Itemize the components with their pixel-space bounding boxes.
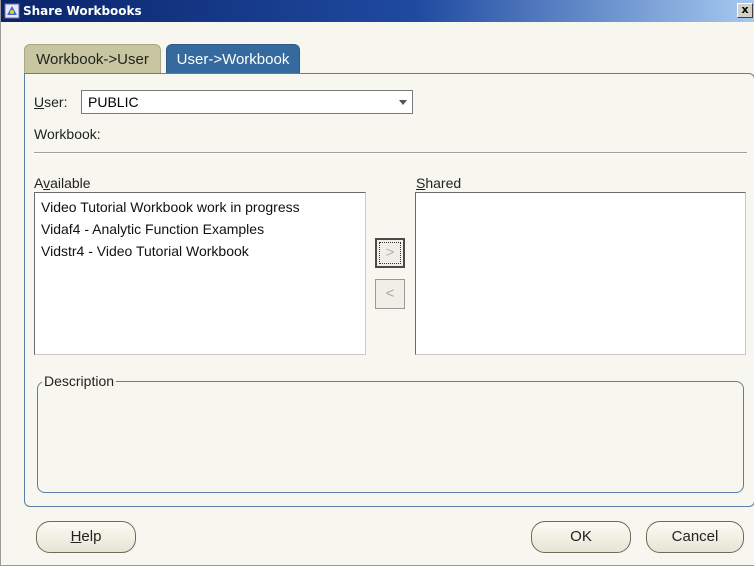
list-item[interactable]: Vidstr4 - Video Tutorial Workbook bbox=[35, 240, 365, 262]
section-divider bbox=[34, 152, 747, 154]
share-workbook-icon bbox=[4, 3, 20, 19]
description-group: Description bbox=[37, 373, 744, 493]
chevron-right-icon: > bbox=[379, 242, 401, 264]
available-label: Available bbox=[34, 175, 91, 191]
shared-list[interactable] bbox=[415, 192, 746, 355]
cancel-button[interactable]: Cancel bbox=[646, 521, 744, 553]
share-workbooks-dialog: Share Workbooks x Workbook->User User->W… bbox=[0, 0, 754, 566]
user-select-value: PUBLIC bbox=[88, 94, 139, 110]
title-bar[interactable]: Share Workbooks x bbox=[1, 0, 754, 22]
tab-workbook-to-user[interactable]: Workbook->User bbox=[24, 44, 161, 74]
chevron-left-icon: < bbox=[385, 285, 395, 302]
list-item[interactable]: Video Tutorial Workbook work in progress bbox=[35, 196, 365, 218]
move-right-button[interactable]: > bbox=[375, 238, 405, 268]
available-list[interactable]: Video Tutorial Workbook work in progress… bbox=[34, 192, 366, 355]
description-label: Description bbox=[44, 373, 115, 389]
user-select[interactable]: PUBLIC bbox=[81, 90, 413, 114]
help-button[interactable]: Help bbox=[36, 521, 136, 553]
dialog-title: Share Workbooks bbox=[23, 4, 142, 18]
ok-button[interactable]: OK bbox=[531, 521, 631, 553]
tab-user-to-workbook[interactable]: User->Workbook bbox=[166, 44, 300, 74]
move-left-button[interactable]: < bbox=[375, 279, 405, 309]
workbook-label: Workbook: bbox=[34, 126, 101, 142]
close-button[interactable]: x bbox=[737, 3, 753, 18]
user-label: User: bbox=[34, 94, 68, 110]
list-item[interactable]: Vidaf4 - Analytic Function Examples bbox=[35, 218, 365, 240]
shared-label: Shared bbox=[416, 175, 462, 191]
chevron-down-icon[interactable] bbox=[399, 100, 407, 105]
